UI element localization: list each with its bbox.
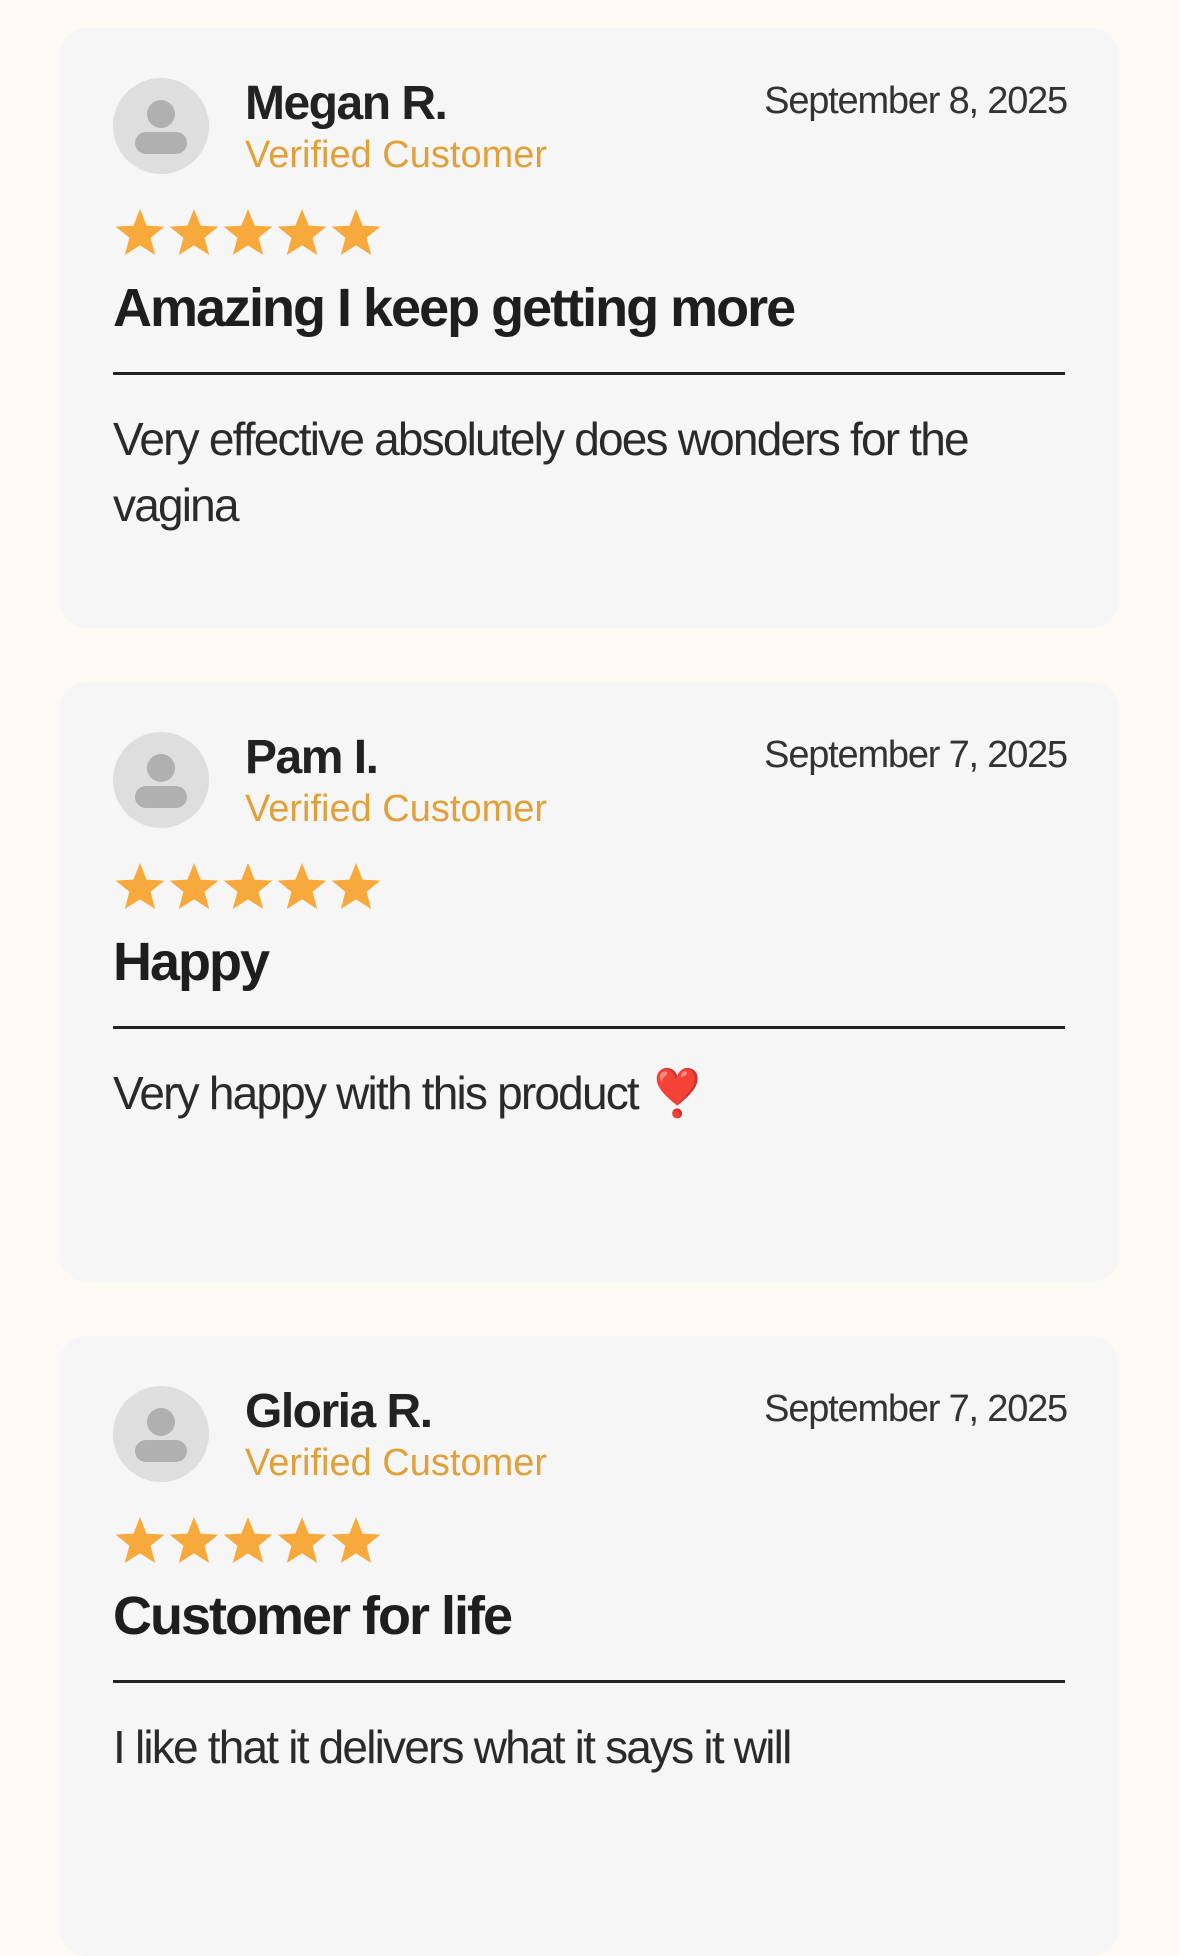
person-silhouette-icon	[135, 100, 187, 154]
star-icon	[115, 863, 165, 909]
person-silhouette-icon	[135, 1408, 187, 1462]
reviewer-name: Pam I.	[245, 731, 379, 784]
review-date: September 7, 2025	[764, 1388, 1068, 1430]
verified-customer-badge: Verified Customer	[245, 1442, 548, 1484]
review-body: I like that it delivers what it says it …	[113, 1721, 792, 1773]
divider	[113, 372, 1065, 375]
star-icon	[223, 863, 273, 909]
star-icon	[169, 863, 219, 909]
star-icon	[277, 209, 327, 255]
star-icon	[331, 863, 381, 909]
star-icon	[331, 209, 381, 255]
star-icon	[115, 209, 165, 255]
review-date: September 8, 2025	[764, 80, 1068, 122]
review-date: September 7, 2025	[764, 734, 1068, 776]
star-icon	[223, 209, 273, 255]
star-icon	[223, 1517, 273, 1563]
review-card: Megan R. Verified Customer September 8, …	[59, 28, 1119, 628]
avatar	[113, 1386, 209, 1482]
review-body: Very happy with this product ❣️	[113, 1067, 706, 1119]
star-icon	[169, 209, 219, 255]
verified-customer-badge: Verified Customer	[245, 788, 548, 830]
review-card: Gloria R. Verified Customer September 7,…	[59, 1336, 1119, 1956]
review-card: Pam I. Verified Customer September 7, 20…	[59, 682, 1119, 1282]
divider	[113, 1680, 1065, 1683]
verified-customer-badge: Verified Customer	[245, 134, 548, 176]
star-icon	[277, 1517, 327, 1563]
reviewer-name: Megan R.	[245, 77, 448, 130]
review-list: Megan R. Verified Customer September 8, …	[59, 28, 1119, 1956]
avatar	[113, 732, 209, 828]
star-rating	[113, 206, 383, 262]
star-icon	[277, 863, 327, 909]
divider	[113, 1026, 1065, 1029]
star-icon	[115, 1517, 165, 1563]
review-title: Amazing I keep getting more	[113, 278, 796, 338]
reviewer-name: Gloria R.	[245, 1385, 433, 1438]
person-silhouette-icon	[135, 754, 187, 808]
review-title: Happy	[113, 932, 270, 992]
star-rating	[113, 1514, 383, 1570]
review-body: Very effective absolutely does wonders f…	[113, 413, 970, 531]
star-icon	[169, 1517, 219, 1563]
star-rating	[113, 860, 383, 916]
avatar	[113, 78, 209, 174]
review-title: Customer for life	[113, 1586, 513, 1646]
star-icon	[331, 1517, 381, 1563]
